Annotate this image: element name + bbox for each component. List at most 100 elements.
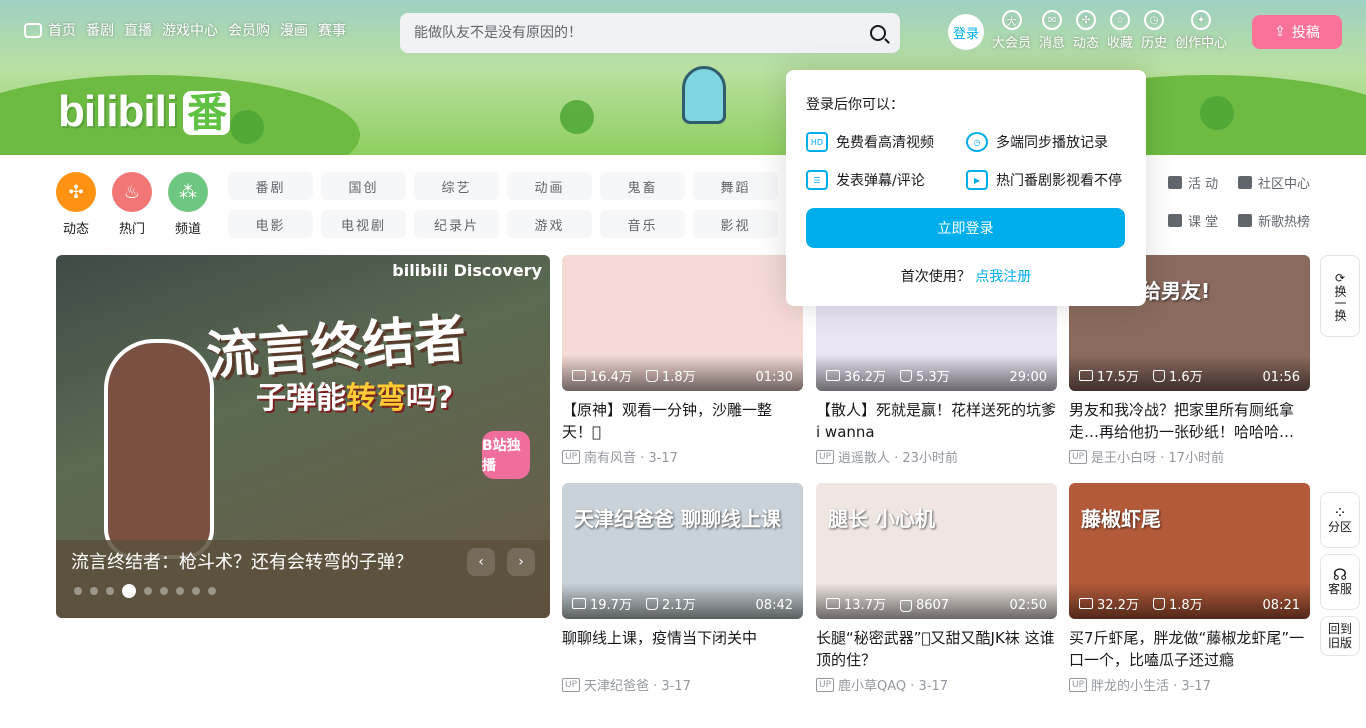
tag-movie[interactable]: 电影 [228,210,313,238]
link-activity[interactable]: 活 动 [1168,172,1238,192]
old-version-button[interactable]: 回到旧版 [1320,616,1360,656]
video-card[interactable]: 藤椒虾尾 32.2万 1.8万 08:21 买7斤虾尾，胖龙做“藤椒龙虾尾”一口一个，比… [1069,483,1310,694]
link-label: 社区中心 [1258,176,1311,192]
link-label: 新歌热榜 [1258,214,1311,230]
video-title[interactable]: 【散人】死就是赢！花样送死的坑爹i wanna [816,399,1057,443]
video-card[interactable]: 天津纪爸爸 聊聊线上课 19.7万 2.1万 08:42 聊聊线上课，疫情当下闭关中 UP… [562,483,803,694]
carousel-next-button[interactable]: › [507,548,535,576]
nav-game-center[interactable]: 游戏中心 [162,20,218,40]
channel-hot[interactable]: ♨ 热门 [112,172,152,237]
video-author[interactable]: 是王小白呀 · 17小时前 [1091,447,1224,466]
video-stats: 32.2万 1.8万 08:21 [1069,583,1310,619]
nav-anime[interactable]: 番剧 [86,20,114,40]
customer-service-button[interactable]: ☊ 客服 [1320,554,1360,610]
like-count-value: 8607 [915,598,950,613]
carousel-dot[interactable] [176,587,184,595]
video-duration: 29:00 [1009,370,1047,385]
video-title[interactable]: 【原神】观看一分钟，沙雕一整天！  [562,399,803,443]
link-new-songs[interactable]: 新歌热榜 [1238,210,1322,230]
channel-channel[interactable]: ⁂ 频道 [168,172,208,237]
history-icon: ◷ [1144,10,1165,30]
channel-shortcuts: ✣ 动态 ♨ 热门 ⁂ 频道 [56,172,208,237]
vip-icon: 大 [1001,10,1022,30]
carousel-dot[interactable] [208,587,216,595]
creator-entry[interactable]: ✦ 创作中心 [1175,10,1227,51]
login-now-button[interactable]: 立即登录 [806,208,1125,248]
feature-comment: ☰ 发表弹幕/评论 [806,170,966,190]
channel-dynamic[interactable]: ✣ 动态 [56,172,96,237]
carousel-prev-button[interactable]: ‹ [467,548,495,576]
register-link[interactable]: 点我注册 [975,269,1031,285]
refresh-button[interactable]: ⟳ 换一换 [1320,255,1360,337]
nav-esports[interactable]: 赛事 [318,20,346,40]
view-count: 13.7万 [826,594,886,613]
video-thumbnail[interactable]: 天津纪爸爸 聊聊线上课 19.7万 2.1万 08:42 [562,483,803,619]
video-author[interactable]: 胖龙的小生活 · 3-17 [1091,675,1211,694]
login-avatar-button[interactable]: 登录 [948,14,984,50]
video-author[interactable]: 南有风音 · 3-17 [584,447,678,466]
video-thumbnail[interactable]: 藤椒虾尾 32.2万 1.8万 08:21 [1069,483,1310,619]
view-count-value: 19.7万 [590,598,632,613]
link-classroom[interactable]: 课 堂 [1168,210,1238,230]
video-title[interactable]: 买7斤虾尾，胖龙做“藤椒龙虾尾”一口一个，比嗑瓜子还过瘾 [1069,627,1310,671]
video-duration: 08:42 [755,598,793,613]
nav-mall[interactable]: 会员购 [228,20,270,40]
tag-music[interactable]: 音乐 [600,210,685,238]
search-input[interactable] [414,25,870,41]
carousel-dot[interactable] [160,587,168,595]
carousel-dot[interactable] [192,587,200,595]
carousel-dot[interactable] [106,587,114,595]
carousel-dot[interactable] [74,587,82,595]
link-community[interactable]: 社区中心 [1238,172,1322,192]
featured-carousel[interactable]: bilibili Discovery 流言终结者 子弹能转弯吗? B站独播 流言… [56,255,550,618]
header-right-icons: 大大会员 ✉ 消息 ✣ 动态 ☆ 收藏 ◷ 历史 ✦ 创作中心 [992,10,1227,51]
zone-button[interactable]: ⁘ 分区 [1320,492,1360,548]
search-icon[interactable] [870,25,886,41]
bilibili-logo[interactable]: bilibili 番 [58,80,231,138]
login-popup: 登录后你可以： HD 免费看高清视频 ◷ 多端同步播放记录 ☰ 发表弹幕/评论 ▶ 热门… [786,70,1146,306]
video-title[interactable]: 长腿“秘密武器” 又甜又酷JK袜 这谁顶的住？ [816,627,1057,671]
nav-home[interactable]: 首页 [24,20,76,40]
video-card[interactable]: 16.4万 1.8万 01:30 【原神】观看一分钟，沙雕一整天！  UP 南有风音 · … [562,255,803,466]
tag-kichiku[interactable]: 鬼畜 [600,172,685,200]
tag-film[interactable]: 影视 [693,210,778,238]
tag-tv[interactable]: 电视剧 [321,210,406,238]
video-card[interactable]: 腿长 小心机 13.7万 8607 02:50 长腿“秘密武器” 又甜又酷JK袜 这谁顶… [816,483,1057,694]
video-author[interactable]: 逍遥散人 · 23小时前 [838,447,958,466]
video-title[interactable]: 聊聊线上课，疫情当下闭关中 [562,627,803,671]
tag-guochuang[interactable]: 国创 [321,172,406,200]
carousel-dot[interactable] [122,584,136,598]
tag-animation[interactable]: 动画 [507,172,592,200]
vip-label: 大会员 [992,36,1032,51]
video-stats: 17.5万 1.6万 01:56 [1069,355,1310,391]
vip-entry[interactable]: 大大会员 [992,10,1031,51]
video-meta: UP 天津纪爸爸 · 3-17 [562,675,803,694]
history-entry[interactable]: ◷ 历史 [1141,10,1167,51]
video-author[interactable]: 天津纪爸爸 · 3-17 [584,675,691,694]
tv-icon [24,22,42,38]
video-title[interactable]: 男友和我冷战？把家里所有厕纸拿走…再给他扔一张砂纸！哈哈哈… [1069,399,1310,443]
nav-live[interactable]: 直播 [124,20,152,40]
video-thumbnail[interactable]: 16.4万 1.8万 01:30 [562,255,803,391]
tag-dance[interactable]: 舞蹈 [693,172,778,200]
upload-button[interactable]: ⇪ 投稿 [1252,15,1342,49]
tag-anime[interactable]: 番剧 [228,172,313,200]
channel-icon: ⁂ [168,172,208,212]
carousel-caption[interactable]: 流言终结者：枪斗术？还有会转弯的子弹？ [71,548,413,574]
carousel-dot[interactable] [144,587,152,595]
video-author[interactable]: 鹿小草QAQ · 3-17 [838,675,948,694]
nav-manga[interactable]: 漫画 [280,20,308,40]
feature-hd: HD 免费看高清视频 [806,132,966,152]
carousel-dot[interactable] [90,587,98,595]
favorite-entry[interactable]: ☆ 收藏 [1107,10,1133,51]
like-count-value: 1.8万 [661,370,696,385]
view-count-value: 13.7万 [844,598,886,613]
tag-game[interactable]: 游戏 [507,210,592,238]
tag-documentary[interactable]: 纪录片 [414,210,499,238]
dynamic-entry[interactable]: ✣ 动态 [1073,10,1099,51]
video-meta: UP 胖龙的小生活 · 3-17 [1069,675,1310,694]
message-entry[interactable]: ✉ 消息 [1039,10,1065,51]
video-thumbnail[interactable]: 腿长 小心机 13.7万 8607 02:50 [816,483,1057,619]
tag-variety[interactable]: 综艺 [414,172,499,200]
play-count-icon [1079,370,1093,381]
